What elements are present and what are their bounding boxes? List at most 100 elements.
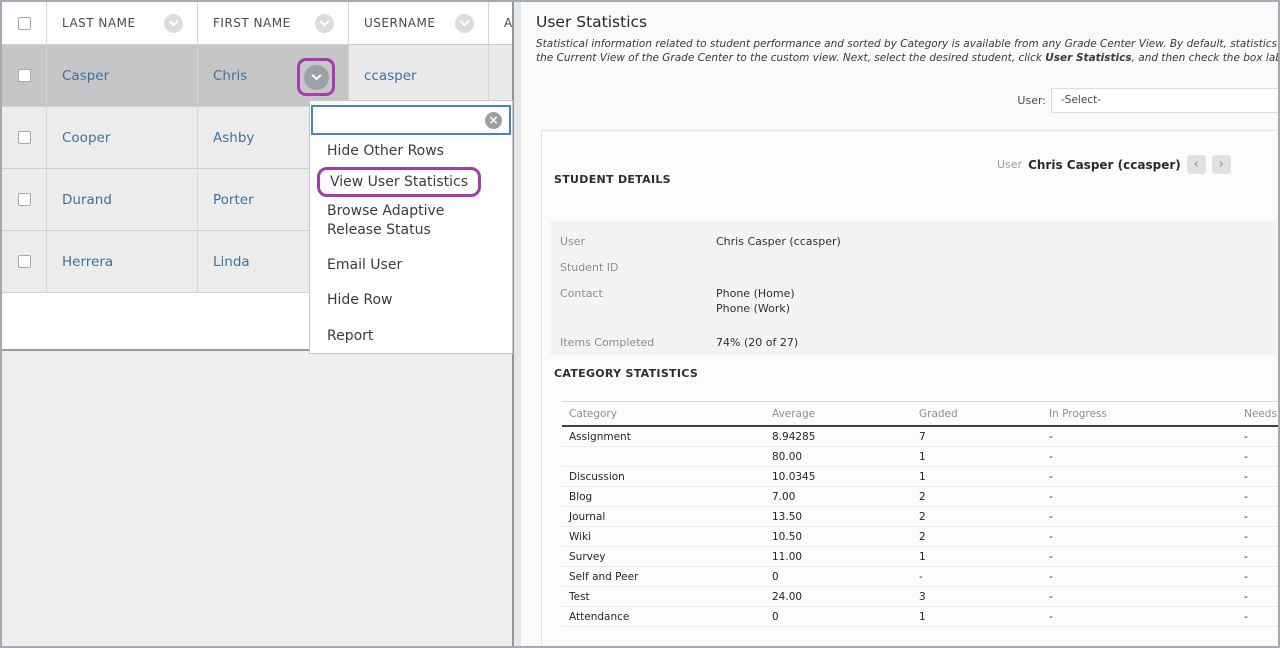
panel-divider bbox=[512, 2, 521, 646]
cell-graded: 2 bbox=[912, 491, 1042, 503]
column-menu-button[interactable] bbox=[164, 14, 183, 33]
cell-average: 8.94285 bbox=[765, 431, 912, 443]
column-header-availability: AVAILABILITY bbox=[489, 2, 512, 45]
menu-item-hide-row[interactable]: Hide Row bbox=[327, 292, 392, 308]
previous-user-button[interactable]: ‹ bbox=[1187, 155, 1206, 174]
student-details-block: User Chris Casper (ccasper) Student ID C… bbox=[550, 221, 1278, 355]
last-name-cell[interactable]: Durand bbox=[47, 169, 198, 231]
table-row: Assignment 8.94285 7 - - bbox=[562, 427, 1278, 447]
category-statistics-table: Category Average Graded In Progress Need… bbox=[562, 401, 1278, 627]
select-all-checkbox[interactable] bbox=[18, 17, 31, 30]
row-select-cell bbox=[2, 45, 47, 107]
cell-in-progress: - bbox=[1042, 571, 1237, 583]
menu-search-input[interactable] bbox=[313, 107, 485, 133]
student-details-heading: STUDENT DETAILS bbox=[554, 173, 671, 186]
cell-in-progress: - bbox=[1042, 591, 1237, 603]
user-navigator: User Chris Casper (ccasper) ‹ › bbox=[997, 155, 1231, 174]
row-checkbox[interactable] bbox=[18, 255, 31, 268]
table-row: 80.00 1 - - bbox=[562, 447, 1278, 467]
last-name-cell[interactable]: Herrera bbox=[47, 231, 198, 293]
table-row: Journal 13.50 2 - - bbox=[562, 507, 1278, 527]
table-row: Self and Peer 0 - - - bbox=[562, 567, 1278, 587]
last-name-cell[interactable]: Casper bbox=[47, 45, 198, 107]
col-needs-grading: Needs Grading bbox=[1237, 408, 1278, 420]
column-menu-button[interactable] bbox=[315, 14, 334, 33]
instructions-line-1: Statistical information related to stude… bbox=[536, 37, 1278, 51]
col-graded: Graded bbox=[912, 408, 1042, 420]
cell-in-progress: - bbox=[1042, 611, 1237, 623]
cell-in-progress: - bbox=[1042, 471, 1237, 483]
cell-average: 13.50 bbox=[765, 511, 912, 523]
menu-item-email-user[interactable]: Email User bbox=[327, 257, 402, 273]
cell-category: Wiki bbox=[562, 531, 765, 543]
category-table-header: Category Average Graded In Progress Need… bbox=[562, 401, 1278, 427]
chevron-down-icon bbox=[169, 16, 179, 26]
last-name-cell[interactable]: Cooper bbox=[47, 107, 198, 169]
row-checkbox[interactable] bbox=[18, 193, 31, 206]
menu-item-browse-adaptive-release-status[interactable]: Browse Adaptive Release Status bbox=[327, 202, 487, 240]
col-category: Category bbox=[562, 408, 765, 420]
user-nav-value: Chris Casper (ccasper) bbox=[1028, 158, 1181, 172]
cell-graded: 1 bbox=[912, 471, 1042, 483]
detail-label: Student ID bbox=[550, 260, 716, 275]
username-text: ccasper bbox=[364, 68, 417, 84]
last-name-text: Durand bbox=[62, 192, 112, 208]
user-select-label: User: bbox=[976, 94, 1046, 107]
statistics-box: User Chris Casper (ccasper) ‹ › STUDENT … bbox=[541, 130, 1278, 646]
row-select-cell bbox=[2, 231, 47, 293]
chevron-down-icon bbox=[320, 16, 330, 26]
column-header-username: USERNAME bbox=[349, 2, 489, 45]
table-row: Test 24.00 3 - - bbox=[562, 587, 1278, 607]
detail-row-user: User Chris Casper (ccasper) bbox=[550, 234, 1278, 249]
first-name-text: Chris bbox=[213, 68, 247, 84]
col-in-progress: In Progress bbox=[1042, 408, 1237, 420]
cell-average: 7.00 bbox=[765, 491, 912, 503]
cell-graded: 1 bbox=[912, 451, 1042, 463]
menu-item-view-user-statistics[interactable]: View User Statistics bbox=[317, 167, 481, 197]
table-header-row: LAST NAME FIRST NAME USERNAME AVAILABILI… bbox=[2, 2, 512, 45]
detail-row-items-completed: Items Completed 74% (20 of 27) bbox=[550, 335, 1278, 350]
row-checkbox[interactable] bbox=[18, 131, 31, 144]
cell-category: Blog bbox=[562, 491, 765, 503]
col-average: Average bbox=[765, 408, 912, 420]
row-context-menu: × Hide Other Rows View User Statistics B… bbox=[309, 100, 513, 354]
menu-item-hide-other-rows[interactable]: Hide Other Rows bbox=[327, 143, 444, 159]
user-select[interactable]: -Select- bbox=[1051, 88, 1278, 113]
cell-category: Self and Peer bbox=[562, 571, 765, 583]
table-row: Attendance 0 1 - - bbox=[562, 607, 1278, 627]
page-title: User Statistics bbox=[536, 13, 647, 31]
column-label: AVAILABILITY bbox=[504, 16, 512, 30]
cell-in-progress: - bbox=[1042, 491, 1237, 503]
table-row: Survey 11.00 1 - - bbox=[562, 547, 1278, 567]
menu-item-report[interactable]: Report bbox=[327, 328, 373, 344]
grade-center-region: LAST NAME FIRST NAME USERNAME AVAILABILI… bbox=[2, 2, 512, 646]
cell-graded: 3 bbox=[912, 591, 1042, 603]
clear-icon[interactable]: × bbox=[485, 112, 502, 129]
cell-graded: 2 bbox=[912, 531, 1042, 543]
last-name-text: Herrera bbox=[62, 254, 113, 270]
cell-in-progress: - bbox=[1042, 431, 1237, 443]
row-checkbox[interactable] bbox=[18, 69, 31, 82]
instructions: Statistical information related to stude… bbox=[536, 37, 1278, 65]
column-header-first-name: FIRST NAME bbox=[198, 2, 349, 45]
username-cell[interactable]: ccasper bbox=[349, 45, 489, 107]
chevron-left-icon: ‹ bbox=[1194, 158, 1199, 171]
column-header-last-name: LAST NAME bbox=[47, 2, 198, 45]
cell-graded: 2 bbox=[912, 511, 1042, 523]
screenshot-frame: LAST NAME FIRST NAME USERNAME AVAILABILI… bbox=[0, 0, 1280, 648]
row-context-menu-button[interactable] bbox=[304, 65, 329, 90]
column-label: LAST NAME bbox=[62, 16, 136, 30]
table-row-casper: Casper Chris ccasper bbox=[2, 45, 512, 107]
detail-label: Contact bbox=[550, 286, 716, 316]
column-menu-button[interactable] bbox=[455, 14, 474, 33]
table-row: Blog 7.00 2 - - bbox=[562, 487, 1278, 507]
cell-in-progress: - bbox=[1042, 551, 1237, 563]
next-user-button[interactable]: › bbox=[1212, 155, 1231, 174]
cell-average: 24.00 bbox=[765, 591, 912, 603]
row-select-cell bbox=[2, 169, 47, 231]
cell-average: 0 bbox=[765, 611, 912, 623]
chevron-down-icon bbox=[311, 70, 321, 80]
select-all-cell bbox=[2, 2, 47, 45]
cell-average: 11.00 bbox=[765, 551, 912, 563]
cell-graded: 1 bbox=[912, 551, 1042, 563]
